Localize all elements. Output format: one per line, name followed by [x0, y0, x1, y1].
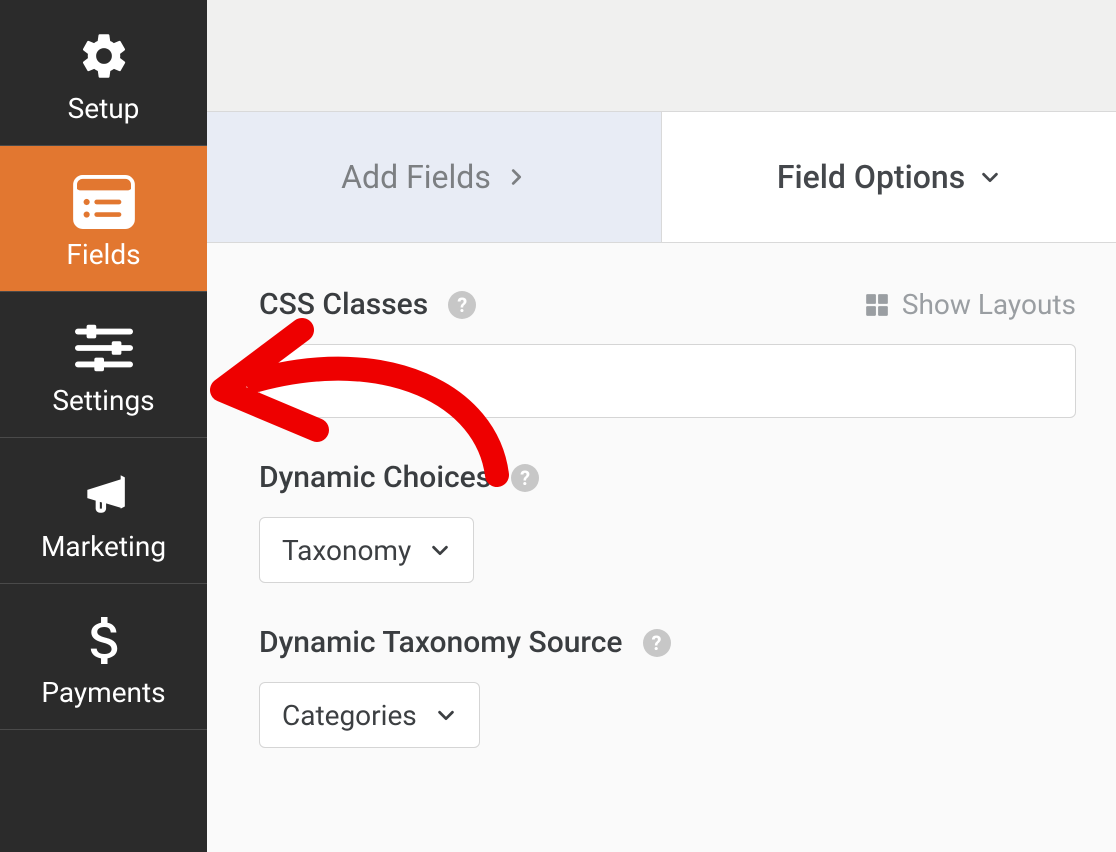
sidebar-item-label: Marketing [41, 530, 166, 563]
help-icon[interactable]: ? [448, 291, 476, 319]
chevron-down-icon [435, 704, 457, 726]
tab-add-fields[interactable]: Add Fields [207, 112, 662, 242]
grid-icon [864, 292, 890, 318]
list-box-icon [73, 174, 135, 230]
select-value: Taxonomy [282, 534, 411, 567]
sidebar-item-fields[interactable]: Fields [0, 146, 207, 292]
select-value: Categories [282, 699, 417, 732]
megaphone-icon [76, 466, 132, 522]
sidebar-item-payments[interactable]: Payments [0, 584, 207, 730]
help-icon[interactable]: ? [643, 629, 671, 657]
field-label: Dynamic Choices [259, 460, 491, 495]
dynamic-choices-select[interactable]: Taxonomy [259, 517, 474, 583]
sidebar-item-label: Settings [52, 384, 154, 417]
chevron-down-icon [979, 166, 1001, 188]
sidebar-item-label: Fields [66, 238, 140, 271]
css-classes-input[interactable] [259, 344, 1076, 418]
sidebar: Setup Fields [0, 0, 207, 852]
tabs: Add Fields Field Options [207, 112, 1116, 242]
sidebar-item-label: Payments [41, 676, 165, 709]
tab-field-options[interactable]: Field Options [662, 112, 1116, 242]
dynamic-taxonomy-source-select[interactable]: Categories [259, 682, 480, 748]
tab-label: Field Options [777, 158, 965, 196]
show-layouts-button[interactable]: Show Layouts [864, 288, 1076, 321]
show-layouts-label: Show Layouts [902, 288, 1076, 321]
sidebar-item-settings[interactable]: Settings [0, 292, 207, 438]
field-label: CSS Classes [259, 287, 428, 322]
tab-label: Add Fields [341, 158, 491, 196]
field-label: Dynamic Taxonomy Source [259, 625, 623, 660]
sidebar-item-setup[interactable]: Setup [0, 0, 207, 146]
field-options-content: CSS Classes ? Show Layouts Dynamic Choic… [207, 242, 1116, 852]
field-dynamic-choices: Dynamic Choices ? Taxonomy [259, 460, 1076, 583]
field-dynamic-taxonomy-source: Dynamic Taxonomy Source ? Categories [259, 625, 1076, 748]
help-icon[interactable]: ? [511, 464, 539, 492]
main-panel: Add Fields Field Options CSS Classes ? S… [207, 0, 1116, 852]
sliders-icon [75, 320, 133, 376]
sidebar-item-label: Setup [68, 92, 140, 125]
chevron-down-icon [429, 539, 451, 561]
dollar-icon [87, 612, 121, 668]
sidebar-item-marketing[interactable]: Marketing [0, 438, 207, 584]
chevron-right-icon [505, 166, 527, 188]
top-bar [207, 0, 1116, 112]
gear-icon [77, 28, 131, 84]
field-css-classes: CSS Classes ? Show Layouts [259, 287, 1076, 418]
